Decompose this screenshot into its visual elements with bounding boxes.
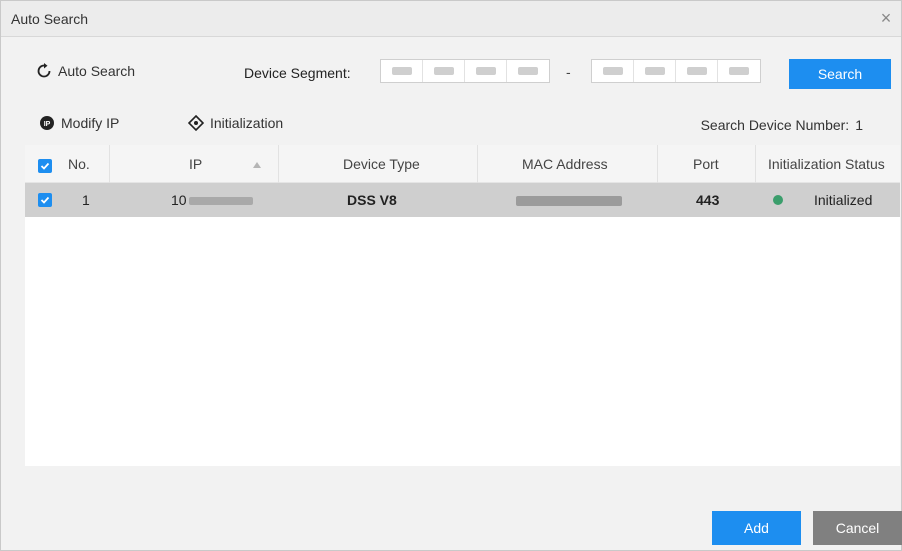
modify-ip-label: Modify IP [61, 115, 120, 131]
cancel-button[interactable]: Cancel [813, 511, 902, 545]
row-ip-prefix: 10 [171, 192, 187, 208]
auto-search-label: Auto Search [58, 63, 136, 79]
initialization-label: Initialization [210, 115, 284, 131]
ip-octet[interactable] [676, 60, 718, 82]
segment-end-ip [591, 59, 761, 83]
auto-search-dialog: Auto Search × Auto Search Device Segment… [0, 0, 902, 551]
table-header: No. IP Device Type MAC Address Port Init… [25, 145, 900, 183]
segment-separator: - [566, 64, 571, 80]
action-bar: IP Modify IP Initialization Search Devic… [1, 109, 901, 139]
refresh-icon [37, 63, 51, 78]
modify-ip-icon: IP [40, 116, 54, 130]
ip-octet[interactable] [718, 60, 760, 82]
sort-ascending-icon[interactable] [249, 145, 261, 183]
row-mac [516, 183, 622, 217]
initialization-button[interactable]: Initialization [188, 115, 283, 131]
ip-octet[interactable] [465, 60, 507, 82]
row-status: Initialized [814, 192, 873, 208]
header-no: No. [68, 156, 90, 172]
select-all-checkbox[interactable] [38, 159, 52, 173]
add-button[interactable]: Add [712, 511, 801, 545]
table-row[interactable]: 1 10 DSS V8 443 Initialized [25, 183, 900, 217]
row-ip: 10 [171, 183, 253, 217]
header-ip-label: IP [189, 156, 203, 172]
header-status: Initialization Status [768, 156, 885, 172]
ip-octet[interactable] [423, 60, 465, 82]
device-table: No. IP Device Type MAC Address Port Init… [25, 145, 900, 466]
ip-octet[interactable] [634, 60, 676, 82]
device-segment-label: Device Segment: [244, 65, 351, 81]
header-ip[interactable]: IP [189, 145, 202, 183]
header-mac: MAC Address [522, 156, 608, 172]
auto-search-button[interactable]: Auto Search [36, 63, 135, 79]
status-ok-icon [773, 195, 783, 205]
search-bar: Auto Search Device Segment: - Search [1, 49, 901, 89]
device-count-value: 1 [855, 117, 863, 133]
ip-octet[interactable] [381, 60, 423, 82]
ip-octet[interactable] [592, 60, 634, 82]
modify-ip-button[interactable]: IP Modify IP [39, 115, 119, 131]
row-port: 443 [696, 192, 720, 208]
device-count-label: Search Device Number: [700, 117, 850, 133]
search-button[interactable]: Search [789, 59, 891, 89]
device-count: Search Device Number: 1 [701, 117, 863, 133]
dialog-title: Auto Search [11, 11, 89, 27]
close-icon[interactable]: × [875, 7, 897, 29]
header-device-type: Device Type [343, 156, 420, 172]
row-no: 1 [82, 192, 90, 208]
svg-text:IP: IP [44, 121, 51, 128]
row-checkbox[interactable] [38, 193, 52, 207]
row-device-type: DSS V8 [347, 192, 397, 208]
header-port: Port [693, 156, 719, 172]
initialization-icon [188, 115, 204, 131]
segment-start-ip [380, 59, 550, 83]
title-bar: Auto Search × [1, 1, 901, 37]
ip-octet[interactable] [507, 60, 549, 82]
